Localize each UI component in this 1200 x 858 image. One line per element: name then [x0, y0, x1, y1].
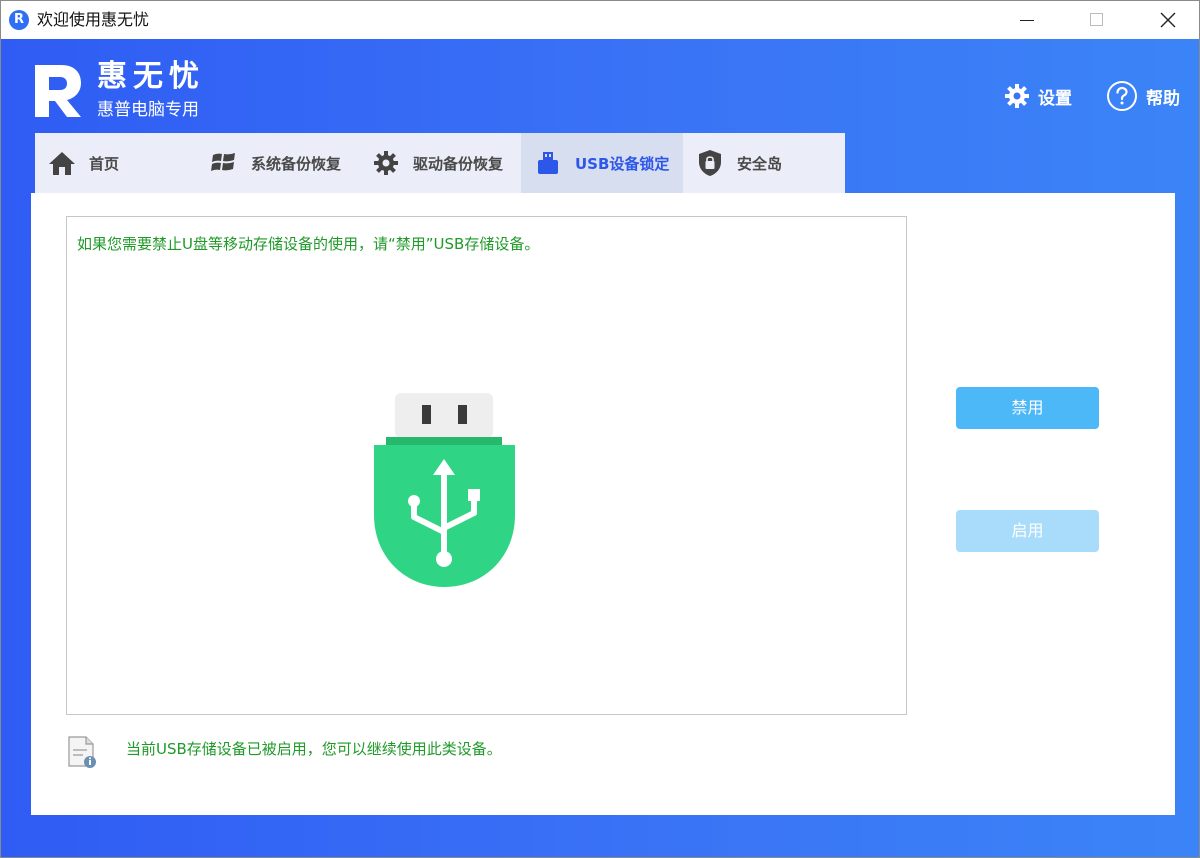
close-button[interactable] [1139, 1, 1197, 39]
tab-safe-island[interactable]: 安全岛 [683, 133, 845, 193]
close-icon [1160, 12, 1176, 28]
minimize-icon [1020, 20, 1034, 21]
disable-button[interactable]: 禁用 [956, 387, 1099, 429]
help-label: 帮助 [1146, 88, 1180, 109]
maximize-button[interactable] [1068, 1, 1126, 39]
logo-icon [35, 65, 81, 117]
lock-shield-icon [695, 148, 725, 178]
settings-button[interactable]: 设置 [1004, 81, 1072, 111]
usb-drive-illustration [374, 393, 515, 587]
windows-icon [209, 148, 239, 178]
home-icon [47, 148, 77, 178]
enable-button[interactable]: 启用 [956, 510, 1099, 552]
status-message: 当前USB存储设备已被启用，您可以继续使用此类设备。 [126, 740, 502, 758]
help-icon [1107, 81, 1137, 111]
instruction-message: 如果您需要禁止U盘等移动存储设备的使用，请“禁用”USB存储设备。 [77, 235, 540, 253]
gear-icon [1005, 84, 1029, 108]
content-panel: 如果您需要禁止U盘等移动存储设备的使用，请“禁用”USB存储设备。 禁用 启用 … [31, 193, 1175, 815]
tab-system-backup-label: 系统备份恢复 [251, 154, 342, 173]
tab-bar: 首页 系统备份恢复 驱动备份恢复 USB设备锁定 安全岛 [35, 133, 845, 193]
app-icon: R [9, 10, 29, 30]
usb-info-box: 如果您需要禁止U盘等移动存储设备的使用，请“禁用”USB存储设备。 [66, 216, 907, 715]
window-title: 欢迎使用惠无忧 [37, 10, 150, 29]
usb-drive-icon [533, 148, 563, 178]
tab-driver-backup[interactable]: 驱动备份恢复 [359, 133, 521, 193]
help-button[interactable]: 帮助 [1106, 81, 1180, 111]
tab-driver-backup-label: 驱动备份恢复 [413, 154, 504, 173]
maximize-icon [1090, 13, 1103, 26]
tab-home-label: 首页 [89, 154, 120, 173]
tab-usb-lock[interactable]: USB设备锁定 [521, 133, 683, 193]
settings-label: 设置 [1038, 88, 1072, 109]
tab-system-backup[interactable]: 系统备份恢复 [197, 133, 359, 193]
app-window: R 欢迎使用惠无忧 惠无忧 惠普电脑专用 设置 帮助 首页 系统备份恢复 驱动备… [0, 0, 1200, 858]
gear-icon [371, 148, 401, 178]
minimize-button[interactable] [998, 1, 1056, 39]
title-bar[interactable]: R 欢迎使用惠无忧 [1, 1, 1199, 39]
document-info-icon [68, 736, 96, 768]
main-area: 惠无忧 惠普电脑专用 设置 帮助 首页 系统备份恢复 驱动备份恢复 USB设备锁… [1, 39, 1199, 857]
tab-home[interactable]: 首页 [35, 133, 197, 193]
tab-safe-island-label: 安全岛 [737, 154, 783, 173]
tab-usb-lock-label: USB设备锁定 [575, 154, 670, 173]
brand-name: 惠无忧 [97, 59, 205, 94]
brand-subtitle: 惠普电脑专用 [97, 100, 199, 120]
